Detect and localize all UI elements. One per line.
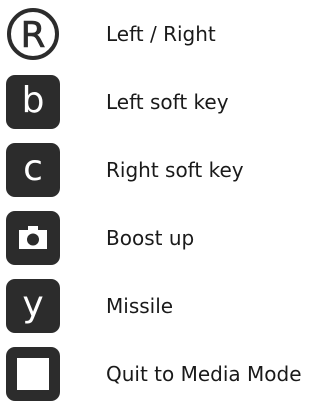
control-label-boost-up: Boost up bbox=[106, 226, 195, 250]
y-key-glyph: y bbox=[22, 283, 44, 325]
control-row-quit-to-media-mode: Quit to Media Mode bbox=[0, 347, 323, 401]
b-key-glyph: b bbox=[21, 79, 45, 121]
control-row-left-soft-key: b Left soft key bbox=[0, 75, 323, 129]
y-key-icon: y bbox=[6, 279, 60, 333]
stop-square-icon bbox=[17, 358, 49, 390]
controls-legend: R Left / Right b Left soft key c Right s… bbox=[0, 0, 323, 406]
circled-r-icon: R bbox=[6, 7, 60, 61]
c-key-icon: c bbox=[6, 143, 60, 197]
stop-key-icon bbox=[6, 347, 60, 401]
control-row-missile: y Missile bbox=[0, 279, 323, 333]
camera-icon bbox=[19, 226, 47, 249]
control-row-right-soft-key: c Right soft key bbox=[0, 143, 323, 197]
control-row-boost-up: Boost up bbox=[0, 211, 323, 265]
control-row-left-right: R Left / Right bbox=[0, 7, 323, 61]
control-label-quit-to-media-mode: Quit to Media Mode bbox=[106, 362, 302, 386]
c-key-glyph: c bbox=[23, 147, 43, 189]
control-label-right-soft-key: Right soft key bbox=[106, 158, 244, 182]
control-label-left-soft-key: Left soft key bbox=[106, 90, 229, 114]
b-key-icon: b bbox=[6, 75, 60, 129]
circled-r-glyph: R bbox=[20, 15, 45, 56]
camera-key-icon bbox=[6, 211, 60, 265]
control-label-left-right: Left / Right bbox=[106, 22, 216, 46]
control-label-missile: Missile bbox=[106, 294, 174, 318]
